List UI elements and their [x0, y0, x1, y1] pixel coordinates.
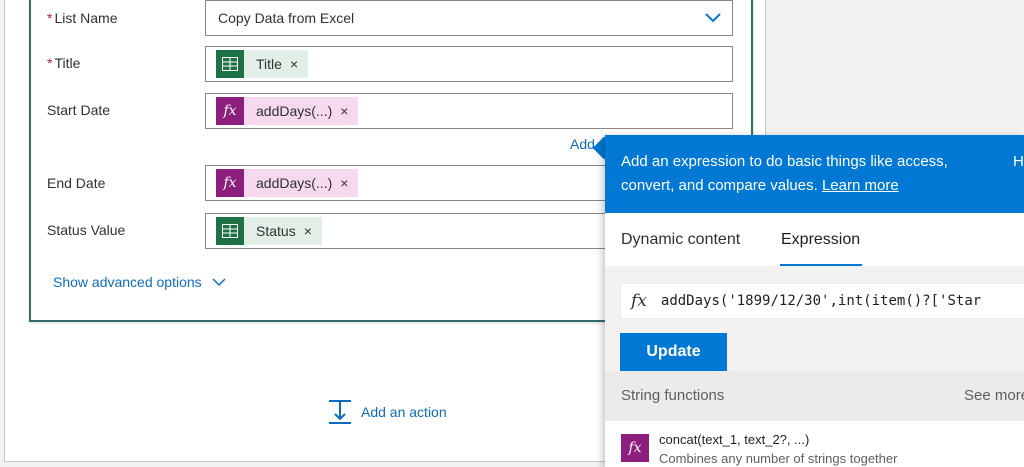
popup-header: Add an expression to do basic things lik… [605, 135, 1024, 213]
fx-icon: fx [216, 169, 244, 197]
string-functions-header: String functions See more [605, 371, 1024, 421]
start-date-label: Start Date [47, 102, 111, 118]
expression-popup: Add an expression to do basic things lik… [605, 135, 1024, 467]
remove-token-icon[interactable]: × [290, 56, 298, 72]
popup-header-line1: Add an expression to do basic things lik… [621, 153, 948, 170]
fx-icon: fx [631, 291, 647, 311]
see-more-link[interactable]: See more [964, 387, 1024, 404]
function-name: concat(text_1, text_2?, ...) [659, 432, 810, 447]
chevron-down-icon [212, 278, 226, 287]
function-description: Combines any number of strings together [659, 451, 898, 466]
token-label: Status [256, 223, 296, 239]
title-token[interactable]: Title × [216, 50, 309, 78]
add-action-icon [329, 400, 351, 424]
update-button[interactable]: Update [620, 333, 727, 371]
section-title: String functions [621, 387, 725, 404]
list-name-value: Copy Data from Excel [218, 10, 355, 26]
required-mark: * [47, 10, 53, 26]
tab-expression[interactable]: Expression [781, 231, 860, 249]
expression-text: addDays('1899/12/30',int(item()?['Star [660, 293, 982, 309]
excel-icon [216, 50, 244, 78]
add-dynamic-content-link[interactable]: Add [570, 136, 595, 152]
end-date-token[interactable]: fx addDays(...) × [216, 169, 359, 197]
end-date-label: End Date [47, 175, 106, 191]
learn-more-link[interactable]: Learn more [822, 177, 899, 194]
add-action-button[interactable]: Add an action [327, 399, 447, 425]
expression-input[interactable]: fx addDays('1899/12/30',int(item()?['Sta… [620, 283, 1024, 319]
function-item[interactable]: fx concat(text_1, text_2?, ...) Combines… [605, 421, 1024, 467]
chevron-down-icon[interactable] [704, 10, 722, 26]
start-date-field[interactable]: fx addDays(...) × [205, 93, 733, 129]
popup-tabs: Dynamic content Expression [605, 219, 1024, 263]
token-label: Title [256, 56, 282, 72]
fx-icon: fx [216, 97, 244, 125]
excel-icon [216, 217, 244, 245]
token-label: addDays(...) [256, 175, 333, 191]
status-value-label: Status Value [47, 222, 126, 238]
show-advanced-options-link[interactable]: Show advanced options [53, 274, 226, 290]
tab-dynamic-content[interactable]: Dynamic content [621, 231, 740, 249]
title-field[interactable]: Title × [205, 46, 733, 82]
token-label: addDays(...) [256, 103, 333, 119]
required-mark: * [47, 55, 53, 71]
start-date-token[interactable]: fx addDays(...) × [216, 97, 359, 125]
remove-token-icon[interactable]: × [340, 175, 348, 191]
expression-area: fx addDays('1899/12/30',int(item()?['Sta… [605, 266, 1024, 371]
remove-token-icon[interactable]: × [340, 103, 348, 119]
status-token[interactable]: Status × [216, 217, 322, 245]
fx-icon: fx [621, 434, 649, 462]
list-name-dropdown[interactable]: Copy Data from Excel [205, 0, 733, 36]
remove-token-icon[interactable]: × [304, 223, 312, 239]
popup-header-cut-text: H [1013, 153, 1024, 170]
popup-header-line2: convert, and compare values. Learn more [621, 177, 899, 194]
title-label: * Title [47, 55, 81, 71]
list-name-label: * List Name [47, 10, 118, 26]
